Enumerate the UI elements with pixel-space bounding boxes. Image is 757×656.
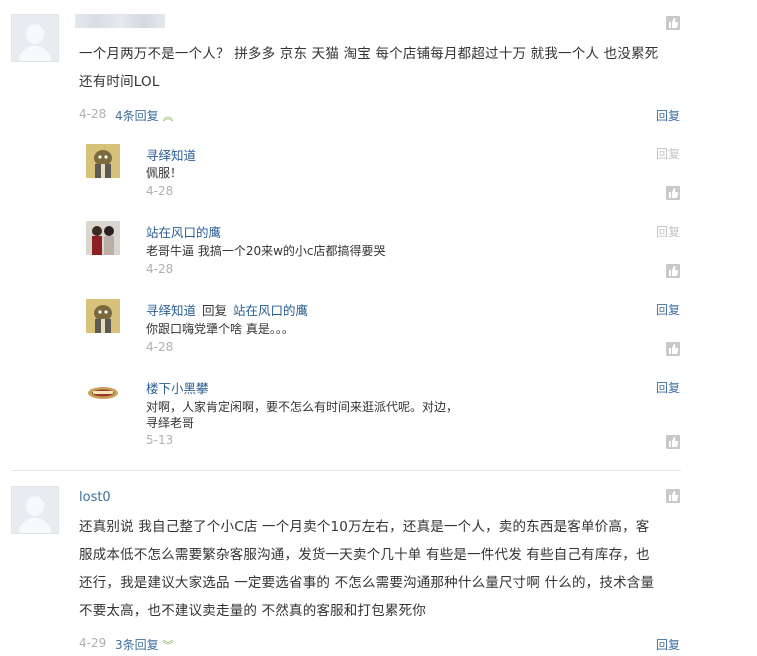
reply-to-word: 回复 [202,303,228,318]
reply-button[interactable]: 回复 [656,379,680,396]
double-chevron-up-icon[interactable]: ︽ [162,110,173,123]
replies-count-label: 4条回复 [115,109,159,123]
comment-divider [11,470,681,471]
reply-date: 4-28 [146,184,174,198]
avatar-shoulders-shape [19,518,51,533]
reply-text: 老哥牛逼 我搞一个20来w的小c店都搞得要哭 [146,244,386,258]
user-avatar-photo[interactable] [86,221,120,255]
reply-username[interactable]: 站在风口的鹰 [146,222,221,241]
reply-button[interactable]: 回复 [656,107,680,124]
reply-text: 佩服！ [146,166,183,180]
double-chevron-down-icon[interactable]: ︾ [162,639,173,652]
thumbs-up-icon[interactable] [666,16,680,30]
comment-content-line: 还行，我是建议大家选品 一定要选省事的 不怎么需要沟通那种什么量尺寸啊 什么的，… [79,575,655,591]
reply-text-line: 寻绎老哥 [146,416,195,430]
user-avatar-cartoon[interactable] [86,144,120,178]
comment-content-line: 服成本低不怎么需要繁杂客服沟通，发货一天卖个几十单 有些是一件代发 有些自己有库… [79,547,650,563]
blurred-username[interactable] [75,14,165,28]
replies-count-link[interactable]: 3条回复 ︾ [115,636,173,653]
comment-content-line: 一个月两万不是一个人？ 拼多多 京东 天猫 淘宝 每个店铺每月都超过十万 就我一… [79,46,659,62]
reply-username[interactable]: 寻绎知道 [146,145,196,164]
reply-date: 4-28 [146,262,174,276]
reply-date: 4-28 [146,340,174,354]
replies-count-link[interactable]: 4条回复 ︽ [115,107,173,124]
reply-header: 寻绎知道 回复 站在风口的鹰 [146,300,308,319]
default-user-avatar[interactable] [11,486,59,534]
reply-username[interactable]: 楼下小黑攀 [146,378,209,397]
reply-target-username[interactable]: 站在风口的鹰 [233,303,308,318]
reply-button[interactable]: 回复 [656,301,680,318]
avatar-head-shape [26,496,44,516]
reply-button[interactable]: 回复 [656,145,680,162]
avatar-head-shape [26,24,44,44]
comment-content-line: 不要太高，也不建议卖走量的 不然真的客服和打包累死你 [79,603,426,619]
reply-button[interactable]: 回复 [656,636,680,653]
comment-content-line: 还真别说 我自己整了个小C店 一个月卖个10万左右，还真是一个人，卖的东西是客单… [79,519,650,535]
reply-username[interactable]: 寻绎知道 [146,303,196,318]
comment-username[interactable]: lost0 [79,490,111,505]
comment-date: 4-28 [79,107,107,121]
reply-button[interactable]: 回复 [656,223,680,240]
replies-count-label: 3条回复 [115,638,159,652]
thumbs-up-icon[interactable] [666,435,680,449]
thumbs-up-icon[interactable] [666,186,680,200]
reply-text-line: 对啊，人家肯定闲啊，要不怎么有时间来逛派代呢。对边， [146,400,459,414]
reply-text: 你跟口嗨党犟个啥 真是。。。 [146,322,294,336]
reply-date: 5-13 [146,433,174,447]
avatar-shoulders-shape [19,46,51,61]
user-avatar-cartoon[interactable] [86,299,120,333]
default-user-avatar[interactable] [11,14,59,62]
thumbs-up-icon[interactable] [666,489,680,503]
user-avatar-logo[interactable] [86,377,120,411]
thumbs-up-icon[interactable] [666,264,680,278]
comment-content-line: 还有时间LOL [79,74,160,90]
comment-date: 4-29 [79,636,107,650]
thumbs-up-icon[interactable] [666,342,680,356]
